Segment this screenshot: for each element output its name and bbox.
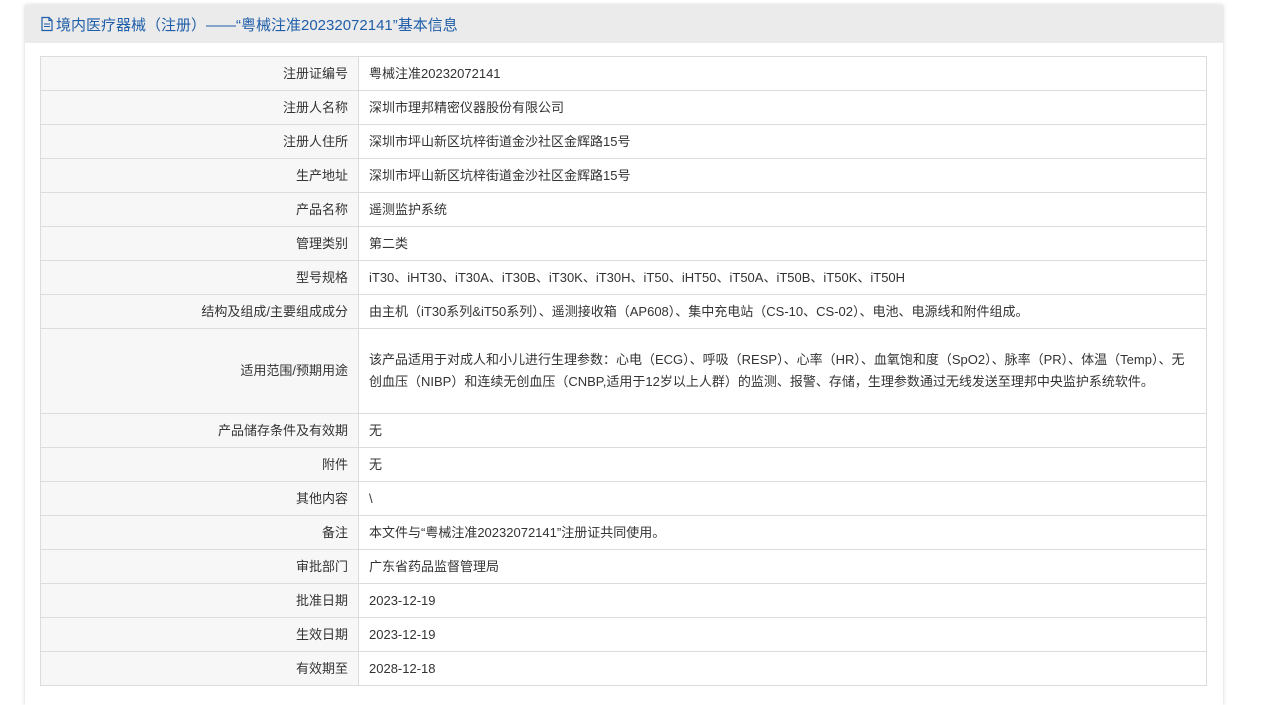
row-value: 广东省药品监督管理局 [358,549,1207,584]
row-label: 注册人名称 [40,90,359,125]
table-row: 注册人名称 深圳市理邦精密仪器股份有限公司 [40,90,1207,125]
row-label: 生效日期 [40,617,359,652]
row-label: 备注 [40,515,359,550]
info-panel: 境内医疗器械（注册）——“粤械注准20232072141”基本信息 注册证编号 … [25,5,1223,705]
table-row: 有效期至 2028-12-18 [40,651,1207,686]
table-row: 附件 无 [40,447,1207,482]
document-icon [40,16,54,32]
panel-header: 境内医疗器械（注册）——“粤械注准20232072141”基本信息 [25,5,1223,43]
table-row: 注册证编号 粤械注准20232072141 [40,56,1207,91]
page-title: 境内医疗器械（注册）——“粤械注准20232072141”基本信息 [56,16,458,34]
table-row: 其他内容 \ [40,481,1207,516]
table-row: 适用范围/预期用途 该产品适用于对成人和小儿进行生理参数：心电（ECG）、呼吸（… [40,328,1207,414]
table-row: 生产地址 深圳市坪山新区坑梓街道金沙社区金辉路15号 [40,158,1207,193]
table-row: 产品名称 遥测监护系统 [40,192,1207,227]
table-row: 产品储存条件及有效期 无 [40,413,1207,448]
table-row: 管理类别 第二类 [40,226,1207,261]
row-value: 深圳市理邦精密仪器股份有限公司 [358,90,1207,125]
row-value: 遥测监护系统 [358,192,1207,227]
row-value: 第二类 [358,226,1207,261]
row-label: 产品名称 [40,192,359,227]
row-value: 由主机（iT30系列&iT50系列）、遥测接收箱（AP608）、集中充电站（CS… [358,294,1207,329]
row-value: 无 [358,447,1207,482]
row-value: 无 [358,413,1207,448]
row-label: 注册证编号 [40,56,359,91]
row-value: 本文件与“粤械注准20232072141”注册证共同使用。 [358,515,1207,550]
row-label: 型号规格 [40,260,359,295]
row-value: 深圳市坪山新区坑梓街道金沙社区金辉路15号 [358,124,1207,159]
row-value: 深圳市坪山新区坑梓街道金沙社区金辉路15号 [358,158,1207,193]
table-row: 结构及组成/主要组成成分 由主机（iT30系列&iT50系列）、遥测接收箱（AP… [40,294,1207,329]
row-value: 该产品适用于对成人和小儿进行生理参数：心电（ECG）、呼吸（RESP）、心率（H… [358,328,1207,414]
row-value: 粤械注准20232072141 [358,56,1207,91]
row-value: \ [358,481,1207,516]
row-label: 管理类别 [40,226,359,261]
table-row: 备注 本文件与“粤械注准20232072141”注册证共同使用。 [40,515,1207,550]
row-label: 生产地址 [40,158,359,193]
row-label: 审批部门 [40,549,359,584]
table-row: 注册人住所 深圳市坪山新区坑梓街道金沙社区金辉路15号 [40,124,1207,159]
table-row: 型号规格 iT30、iHT30、iT30A、iT30B、iT30K、iT30H、… [40,260,1207,295]
row-label: 注册人住所 [40,124,359,159]
row-value: iT30、iHT30、iT30A、iT30B、iT30K、iT30H、iT50、… [358,260,1207,295]
row-value: 2028-12-18 [358,651,1207,686]
row-label: 其他内容 [40,481,359,516]
row-value: 2023-12-19 [358,617,1207,652]
table-row: 批准日期 2023-12-19 [40,583,1207,618]
table-row: 生效日期 2023-12-19 [40,617,1207,652]
row-label: 产品储存条件及有效期 [40,413,359,448]
row-label: 适用范围/预期用途 [40,328,359,414]
table-row: 审批部门 广东省药品监督管理局 [40,549,1207,584]
row-label: 批准日期 [40,583,359,618]
row-label: 结构及组成/主要组成成分 [40,294,359,329]
row-label: 附件 [40,447,359,482]
row-value: 2023-12-19 [358,583,1207,618]
info-table: 注册证编号 粤械注准20232072141 注册人名称 深圳市理邦精密仪器股份有… [40,56,1207,686]
row-label: 有效期至 [40,651,359,686]
